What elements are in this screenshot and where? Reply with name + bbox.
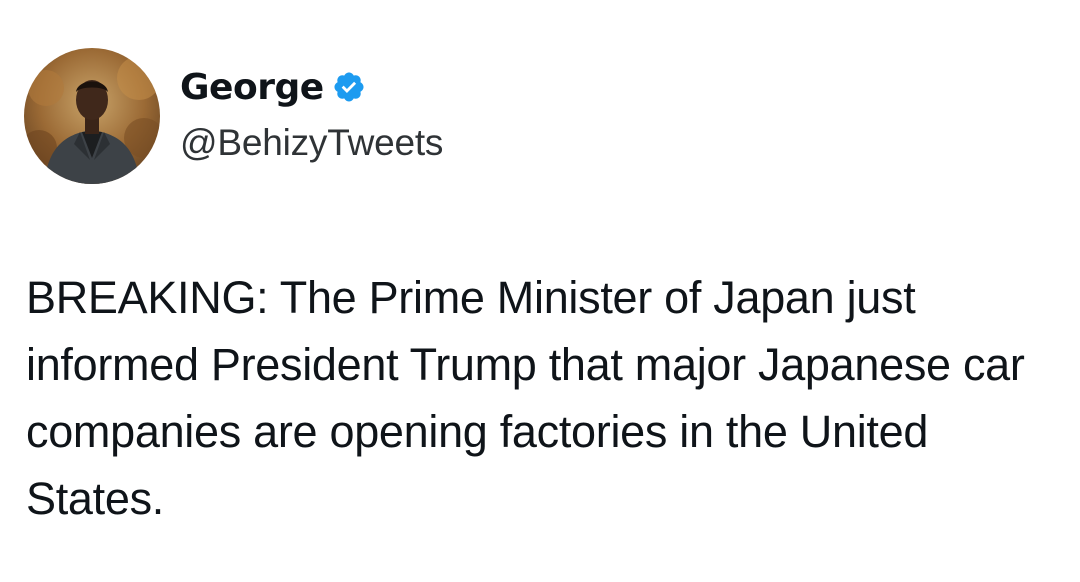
tweet-header: George @BehizyTweets	[24, 48, 443, 184]
avatar[interactable]	[24, 48, 160, 184]
verified-badge-icon	[332, 70, 366, 104]
profile-photo-icon	[24, 48, 160, 184]
tweet-text: BREAKING: The Prime Minister of Japan ju…	[26, 272, 1025, 524]
display-name[interactable]: George	[180, 67, 324, 108]
name-row: George	[180, 62, 443, 112]
tweet-card: George @BehizyTweets BREAKING: The Prime…	[0, 0, 1080, 582]
author-identity: George @BehizyTweets	[180, 62, 443, 164]
author-handle[interactable]: @BehizyTweets	[180, 122, 443, 164]
